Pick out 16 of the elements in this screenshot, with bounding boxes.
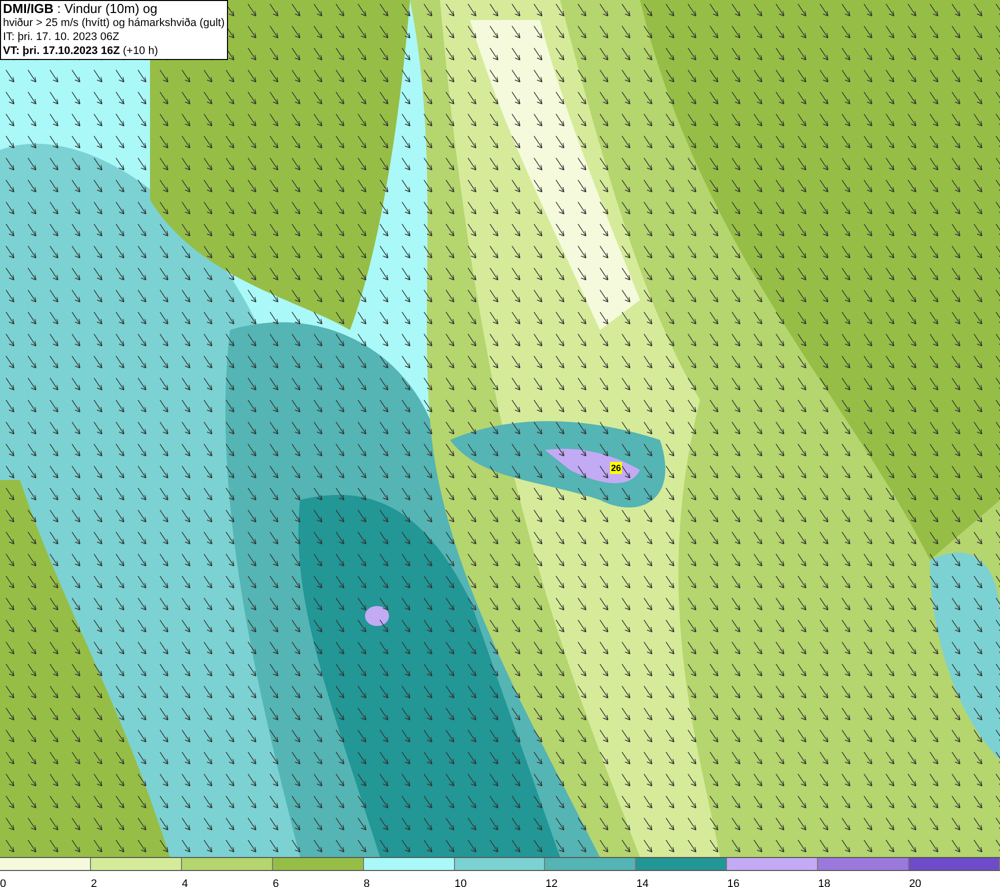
info-text: hviður > 25 m/s (hvítt) og hámarkshviða (gult) [3, 16, 225, 30]
info-text: IT: þri. 17. 10. 2023 06Z [3, 30, 120, 44]
legend-label: 18 [818, 878, 830, 887]
info-text: VT: þri. 17.10.2023 16Z (+10 h) [3, 44, 160, 58]
legend-label: 6 [272, 878, 279, 887]
legend-label: 2 [90, 878, 98, 887]
legend-label: 10 [454, 878, 467, 887]
legend-label: 12 [545, 878, 558, 887]
info-text: DMI/IGB : Vindur (10m) og [3, 2, 158, 16]
legend-label: 20 [909, 878, 922, 887]
legend-label: 8 [364, 878, 370, 887]
legend-label: 14 [636, 878, 649, 887]
legend-label: 16 [727, 878, 740, 887]
legend-label: 0 [0, 878, 6, 887]
legend-label: 4 [182, 878, 188, 887]
max-gust-label: 26 [610, 462, 622, 474]
